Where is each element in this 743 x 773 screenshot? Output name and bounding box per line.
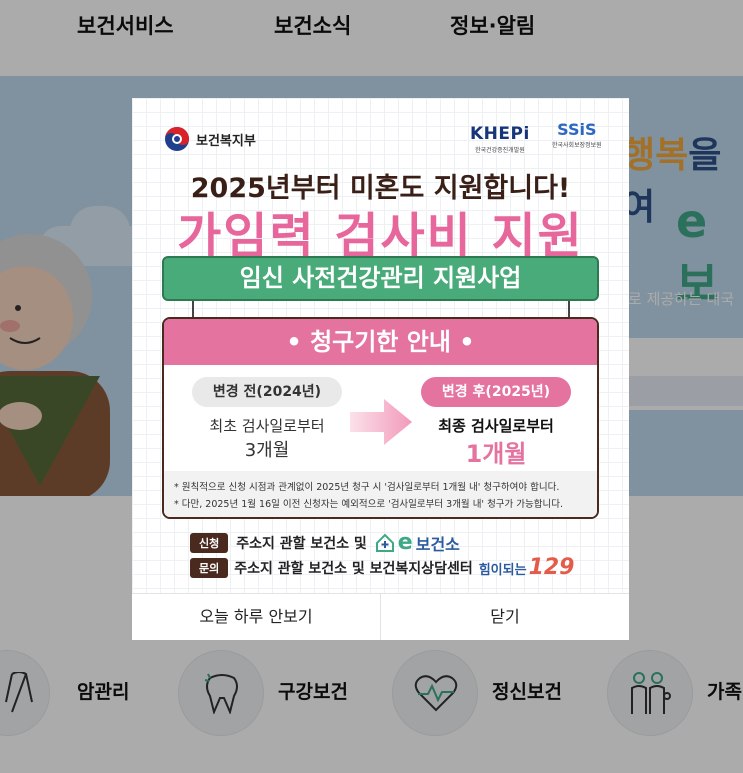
program-title-bar: 임신 사전건강관리 지원사업 bbox=[162, 256, 599, 301]
close-button[interactable]: 닫기 bbox=[381, 594, 629, 640]
e-bogeonso-logo: e 보건소 bbox=[375, 530, 460, 555]
helpline-129-text: 힘이되는 bbox=[478, 563, 527, 578]
ssis-logo: SSiS 한국사회보장정보원 bbox=[552, 120, 602, 149]
inquiry-row: 문의 주소지 관할 보건소 및 보건복지상담센터 힘이되는 129 bbox=[190, 555, 575, 580]
e-bogeonso-e: e bbox=[397, 530, 413, 555]
ssis-logo-text: SSiS bbox=[557, 120, 597, 139]
apply-tag: 신청 bbox=[190, 532, 229, 553]
ssis-logo-sub: 한국사회보장정보원 bbox=[552, 142, 602, 149]
khepi-logo-sub: 한국건강증진개발원 bbox=[475, 147, 525, 154]
khepi-logo-text: KHEPi bbox=[470, 124, 530, 144]
popup-button-bar: 오늘 하루 안보기 닫기 bbox=[132, 593, 629, 640]
popup-poster: 보건복지부 KHEPi 한국건강증진개발원 SSiS 한국사회보장정보원 202… bbox=[132, 98, 629, 593]
house-plus-icon bbox=[375, 533, 394, 552]
mohw-logo: 보건복지부 bbox=[164, 126, 256, 152]
after-change-pill: 변경 후(2025년) bbox=[421, 377, 571, 407]
khepi-logo: KHEPi 한국건강증진개발원 bbox=[470, 124, 530, 154]
hide-today-button[interactable]: 오늘 하루 안보기 bbox=[132, 594, 381, 640]
note-line: * 원칙적으로 신청 시점과 관계없이 2025년 청구 시 '검사일로부터 1… bbox=[174, 482, 560, 493]
arrow-right-icon bbox=[350, 399, 412, 445]
helpline-129-logo: 힘이되는 129 bbox=[479, 555, 575, 580]
claim-deadline-box: • 청구기한 안내 • 변경 전(2024년) 최초 검사일로부터 3개월 변경… bbox=[162, 317, 599, 519]
mohw-logo-text: 보건복지부 bbox=[196, 133, 256, 149]
claim-deadline-title: • 청구기한 안내 • bbox=[164, 319, 597, 365]
before-change-period: 3개월 bbox=[244, 440, 290, 461]
inquiry-tag: 문의 bbox=[190, 557, 229, 578]
after-change-text: 최종 검사일로부터 bbox=[438, 417, 554, 435]
note-line: * 다만, 2025년 1월 16일 이전 신청자는 예외적으로 '검사일로부터… bbox=[174, 499, 564, 510]
apply-text: 주소지 관할 보건소 및 bbox=[236, 535, 367, 552]
e-bogeonso-text: 보건소 bbox=[415, 534, 460, 554]
taegeuk-icon bbox=[165, 127, 189, 151]
notes-box: * 원칙적으로 신청 시점과 관계없이 2025년 청구 시 '검사일로부터 1… bbox=[164, 471, 597, 517]
after-change-period: 1개월 bbox=[465, 440, 527, 468]
notice-popup: 보건복지부 KHEPi 한국건강증진개발원 SSiS 한국사회보장정보원 202… bbox=[132, 98, 629, 640]
helpline-129-number: 129 bbox=[528, 555, 575, 580]
apply-row: 신청 주소지 관할 보건소 및 e 보건소 bbox=[190, 530, 460, 555]
before-change-pill: 변경 전(2024년) bbox=[192, 377, 342, 407]
inquiry-text: 주소지 관할 보건소 및 보건복지상담센터 bbox=[234, 560, 473, 577]
before-change-text: 최초 검사일로부터 bbox=[209, 417, 325, 435]
